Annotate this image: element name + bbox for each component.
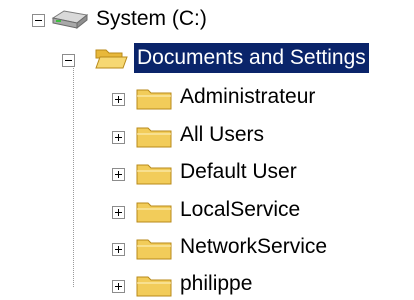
- tree-node-label[interactable]: NetworkService: [177, 232, 330, 262]
- tree-node-label[interactable]: Administrateur: [177, 82, 318, 112]
- tree-node-label[interactable]: Documents and Settings: [134, 43, 369, 73]
- tree-node-philippe[interactable]: philippe: [0, 267, 414, 300]
- tree-node-administrateur[interactable]: Administrateur: [0, 80, 414, 116]
- tree-node-default-user[interactable]: Default User: [0, 155, 414, 191]
- tree-node-label[interactable]: Default User: [177, 157, 300, 187]
- folder-open-icon: [95, 49, 128, 69]
- tree-node-label[interactable]: System (C:): [93, 4, 210, 34]
- folder-icon: [136, 89, 172, 110]
- tree-node-label[interactable]: LocalService: [177, 195, 303, 225]
- expand-toggle[interactable]: [112, 243, 125, 256]
- tree-node-networkservice[interactable]: NetworkService: [0, 230, 414, 266]
- folder-icon: [136, 164, 172, 185]
- folder-icon: [136, 276, 172, 297]
- expand-toggle[interactable]: [112, 131, 125, 144]
- tree-node-all-users[interactable]: All Users: [0, 118, 414, 154]
- folder-icon: [136, 127, 172, 148]
- collapse-toggle[interactable]: [32, 14, 45, 27]
- folder-icon: [136, 239, 172, 260]
- tree-node-localservice[interactable]: LocalService: [0, 193, 414, 229]
- expand-toggle[interactable]: [112, 168, 125, 181]
- tree-node-documents-and-settings[interactable]: Documents and Settings: [0, 41, 414, 77]
- expand-toggle[interactable]: [112, 93, 125, 106]
- tree-node-label[interactable]: philippe: [177, 269, 255, 299]
- drive-icon: [51, 10, 89, 30]
- expand-toggle[interactable]: [112, 280, 125, 293]
- tree-node-system-drive[interactable]: System (C:): [0, 2, 414, 38]
- folder-icon: [136, 202, 172, 223]
- expand-toggle[interactable]: [112, 206, 125, 219]
- tree-node-label[interactable]: All Users: [177, 120, 267, 150]
- collapse-toggle[interactable]: [62, 54, 75, 67]
